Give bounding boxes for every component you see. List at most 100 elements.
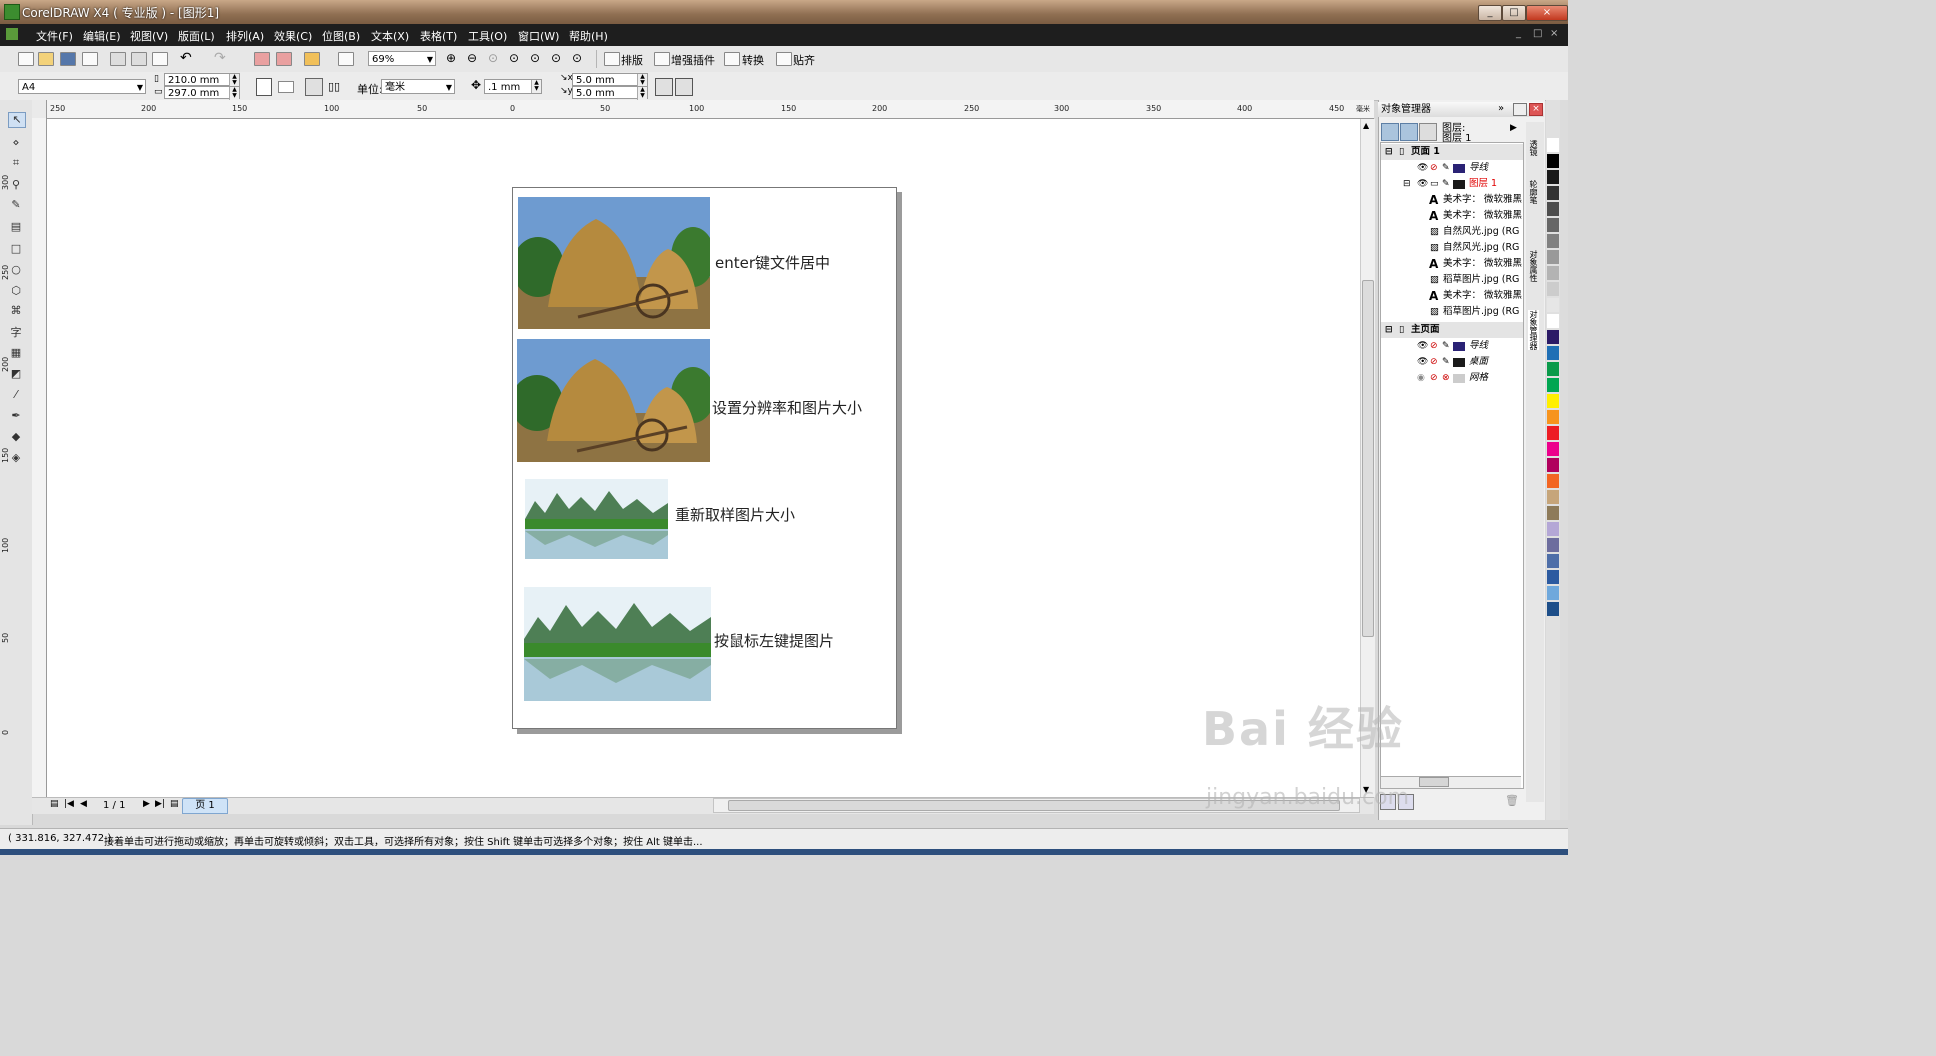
menu-effects[interactable]: 效果(C) (274, 28, 312, 44)
paste-icon[interactable] (152, 52, 168, 66)
edit-toggle-icon[interactable]: ✎ (1442, 176, 1450, 192)
palette-color-swatch[interactable] (1547, 330, 1559, 344)
maximize-button[interactable]: □ (1502, 5, 1526, 21)
tree-master-page[interactable]: ⊟ ▯ 主页面 (1381, 322, 1523, 338)
outline-tool-icon[interactable]: ✒ (8, 409, 24, 423)
menu-arrange[interactable]: 排列(A) (226, 28, 264, 44)
doc-restore-button[interactable]: □ (1533, 28, 1542, 39)
tree-page-1[interactable]: ⊟ ▯ 页面 1 (1381, 144, 1523, 160)
tree-layer-guides[interactable]: 👁 ⊘ ✎ 导线 (1381, 160, 1523, 176)
palette-color-swatch[interactable] (1547, 282, 1559, 296)
zoom-combo[interactable]: 69% ▼ (368, 51, 436, 66)
dup-y-spinner[interactable]: ▲ ▼ (637, 87, 647, 100)
ellipse-tool-icon[interactable]: ○ (8, 263, 24, 277)
edit-toggle-icon[interactable]: ⊗ (1442, 370, 1450, 386)
open-icon[interactable] (38, 52, 54, 66)
doc-close-button[interactable]: × (1550, 28, 1558, 39)
landscape-image[interactable] (524, 587, 711, 701)
menu-text[interactable]: 文本(X) (371, 28, 409, 44)
ruler-origin[interactable] (32, 100, 47, 119)
landscape-image[interactable] (525, 479, 668, 559)
tab-outline-pen[interactable]: 轮廓笔 (1528, 180, 1539, 204)
edit-toggle-icon[interactable]: ✎ (1442, 338, 1450, 354)
fill-tool-icon[interactable]: ◆ (8, 430, 24, 444)
copy-icon[interactable] (131, 52, 147, 66)
straw-image[interactable] (517, 339, 710, 462)
prev-page-icon[interactable]: ◀ (80, 799, 87, 809)
first-page-icon[interactable]: |◀ (64, 799, 74, 809)
print-icon[interactable] (82, 52, 98, 66)
tab-object-properties[interactable]: 对象属性 (1528, 250, 1539, 282)
palette-color-swatch[interactable] (1547, 250, 1559, 264)
caption-4[interactable]: 按鼠标左键提图片 (714, 630, 834, 651)
collapse-icon[interactable]: ⊟ (1385, 144, 1393, 160)
tree-object[interactable]: ▧ 自然风光.jpg (RG (1381, 240, 1523, 256)
tree-layer-guides-master[interactable]: 👁 ⊘ ✎ 导线 (1381, 338, 1523, 354)
tree-object[interactable]: A 美术字： 微软雅黑 (1381, 288, 1523, 304)
freehand-tool-icon[interactable]: ✎ (8, 198, 24, 212)
plugin-button[interactable]: 增强插件 (671, 52, 715, 68)
palette-color-swatch[interactable] (1547, 602, 1559, 616)
undo-icon[interactable]: ↶ (180, 50, 192, 66)
tab-lens[interactable]: 透镜 (1528, 140, 1539, 156)
shape-tool-icon[interactable]: ⋄ (8, 136, 24, 150)
app-icon[interactable] (4, 4, 20, 20)
print-toggle-icon[interactable]: ⊘ (1430, 354, 1438, 370)
print-toggle-icon[interactable]: ⊘ (1430, 160, 1438, 176)
portrait-icon[interactable] (256, 78, 272, 96)
palette-color-swatch[interactable] (1547, 410, 1559, 424)
crop-tool-icon[interactable]: ⌗ (8, 156, 24, 170)
document-page[interactable]: enter键文件居中 设置分辨率和图片大小 重新取样图片大小 按鼠标左键提图片 (512, 187, 897, 729)
caption-2[interactable]: 设置分辨率和图片大小 (712, 397, 862, 418)
palette-color-swatch[interactable] (1547, 266, 1559, 280)
zoom-out-icon[interactable]: ⊖ (467, 51, 477, 65)
vertical-scroll-thumb[interactable] (1362, 280, 1374, 637)
nudge-spinner[interactable]: ▲ ▼ (531, 80, 541, 93)
palette-color-swatch[interactable] (1547, 186, 1559, 200)
next-page-icon[interactable]: ▶ (143, 799, 150, 809)
print-toggle-icon[interactable]: ▭ (1430, 176, 1439, 192)
doc-minimize-button[interactable]: _ (1516, 28, 1521, 39)
landscape-icon[interactable] (278, 81, 294, 93)
tree-object[interactable]: ▧ 稻草图片.jpg (RG (1381, 304, 1523, 320)
add-page-after-icon[interactable]: ▤ (170, 799, 179, 809)
menu-tools[interactable]: 工具(O) (468, 28, 507, 44)
interactive-fill-tool-icon[interactable]: ◈ (8, 451, 24, 465)
zoom-page-icon[interactable]: ⊙ (530, 51, 540, 65)
palette-color-swatch[interactable] (1547, 442, 1559, 456)
palette-color-swatch[interactable] (1547, 538, 1559, 552)
zoom-selected-icon[interactable]: ⊙ (488, 51, 498, 65)
export-icon[interactable] (276, 52, 292, 66)
print-toggle-icon[interactable]: ⊘ (1430, 338, 1438, 354)
options-icon[interactable] (675, 78, 693, 96)
palette-color-swatch[interactable] (1547, 298, 1559, 312)
caption-1[interactable]: enter键文件居中 (715, 252, 830, 273)
docker-expand-icon[interactable]: » (1498, 103, 1504, 114)
layer-manager-view-icon[interactable] (1419, 123, 1437, 141)
treat-as-filled-icon[interactable] (655, 78, 673, 96)
palette-color-swatch[interactable] (1547, 426, 1559, 440)
doc-icon[interactable] (6, 28, 18, 40)
snap-button[interactable]: 贴齐 (793, 52, 815, 68)
interactive-blend-tool-icon[interactable]: ◩ (8, 367, 24, 381)
tree-layer-1[interactable]: ⊟ 👁 ▭ ✎ 图层 1 (1381, 176, 1523, 192)
vertical-ruler[interactable] (32, 118, 47, 798)
palette-color-swatch[interactable] (1547, 554, 1559, 568)
palette-color-swatch[interactable] (1547, 170, 1559, 184)
smart-fill-tool-icon[interactable]: ▤ (8, 220, 24, 234)
all-pages-icon[interactable] (305, 78, 323, 96)
page-height-input[interactable]: 297.0 mm ▲ ▼ (164, 86, 240, 100)
straw-image[interactable] (518, 197, 710, 329)
zoom-height-icon[interactable]: ⊙ (572, 51, 582, 65)
palette-scroll-strip[interactable] (1560, 100, 1568, 820)
palette-color-swatch[interactable] (1547, 490, 1559, 504)
rectangle-tool-icon[interactable]: □ (8, 242, 24, 256)
duplicate-y-input[interactable]: 5.0 mm ▲ ▼ (572, 86, 648, 100)
menu-view[interactable]: 视图(V) (130, 28, 168, 44)
show-properties-icon[interactable] (1381, 123, 1399, 141)
scroll-up-icon[interactable]: ▲ (1363, 121, 1369, 130)
welcome-screen-icon[interactable] (338, 52, 354, 66)
palette-color-swatch[interactable] (1547, 314, 1559, 328)
docker-minimize-button[interactable] (1513, 103, 1527, 116)
menu-window[interactable]: 窗口(W) (518, 28, 559, 44)
